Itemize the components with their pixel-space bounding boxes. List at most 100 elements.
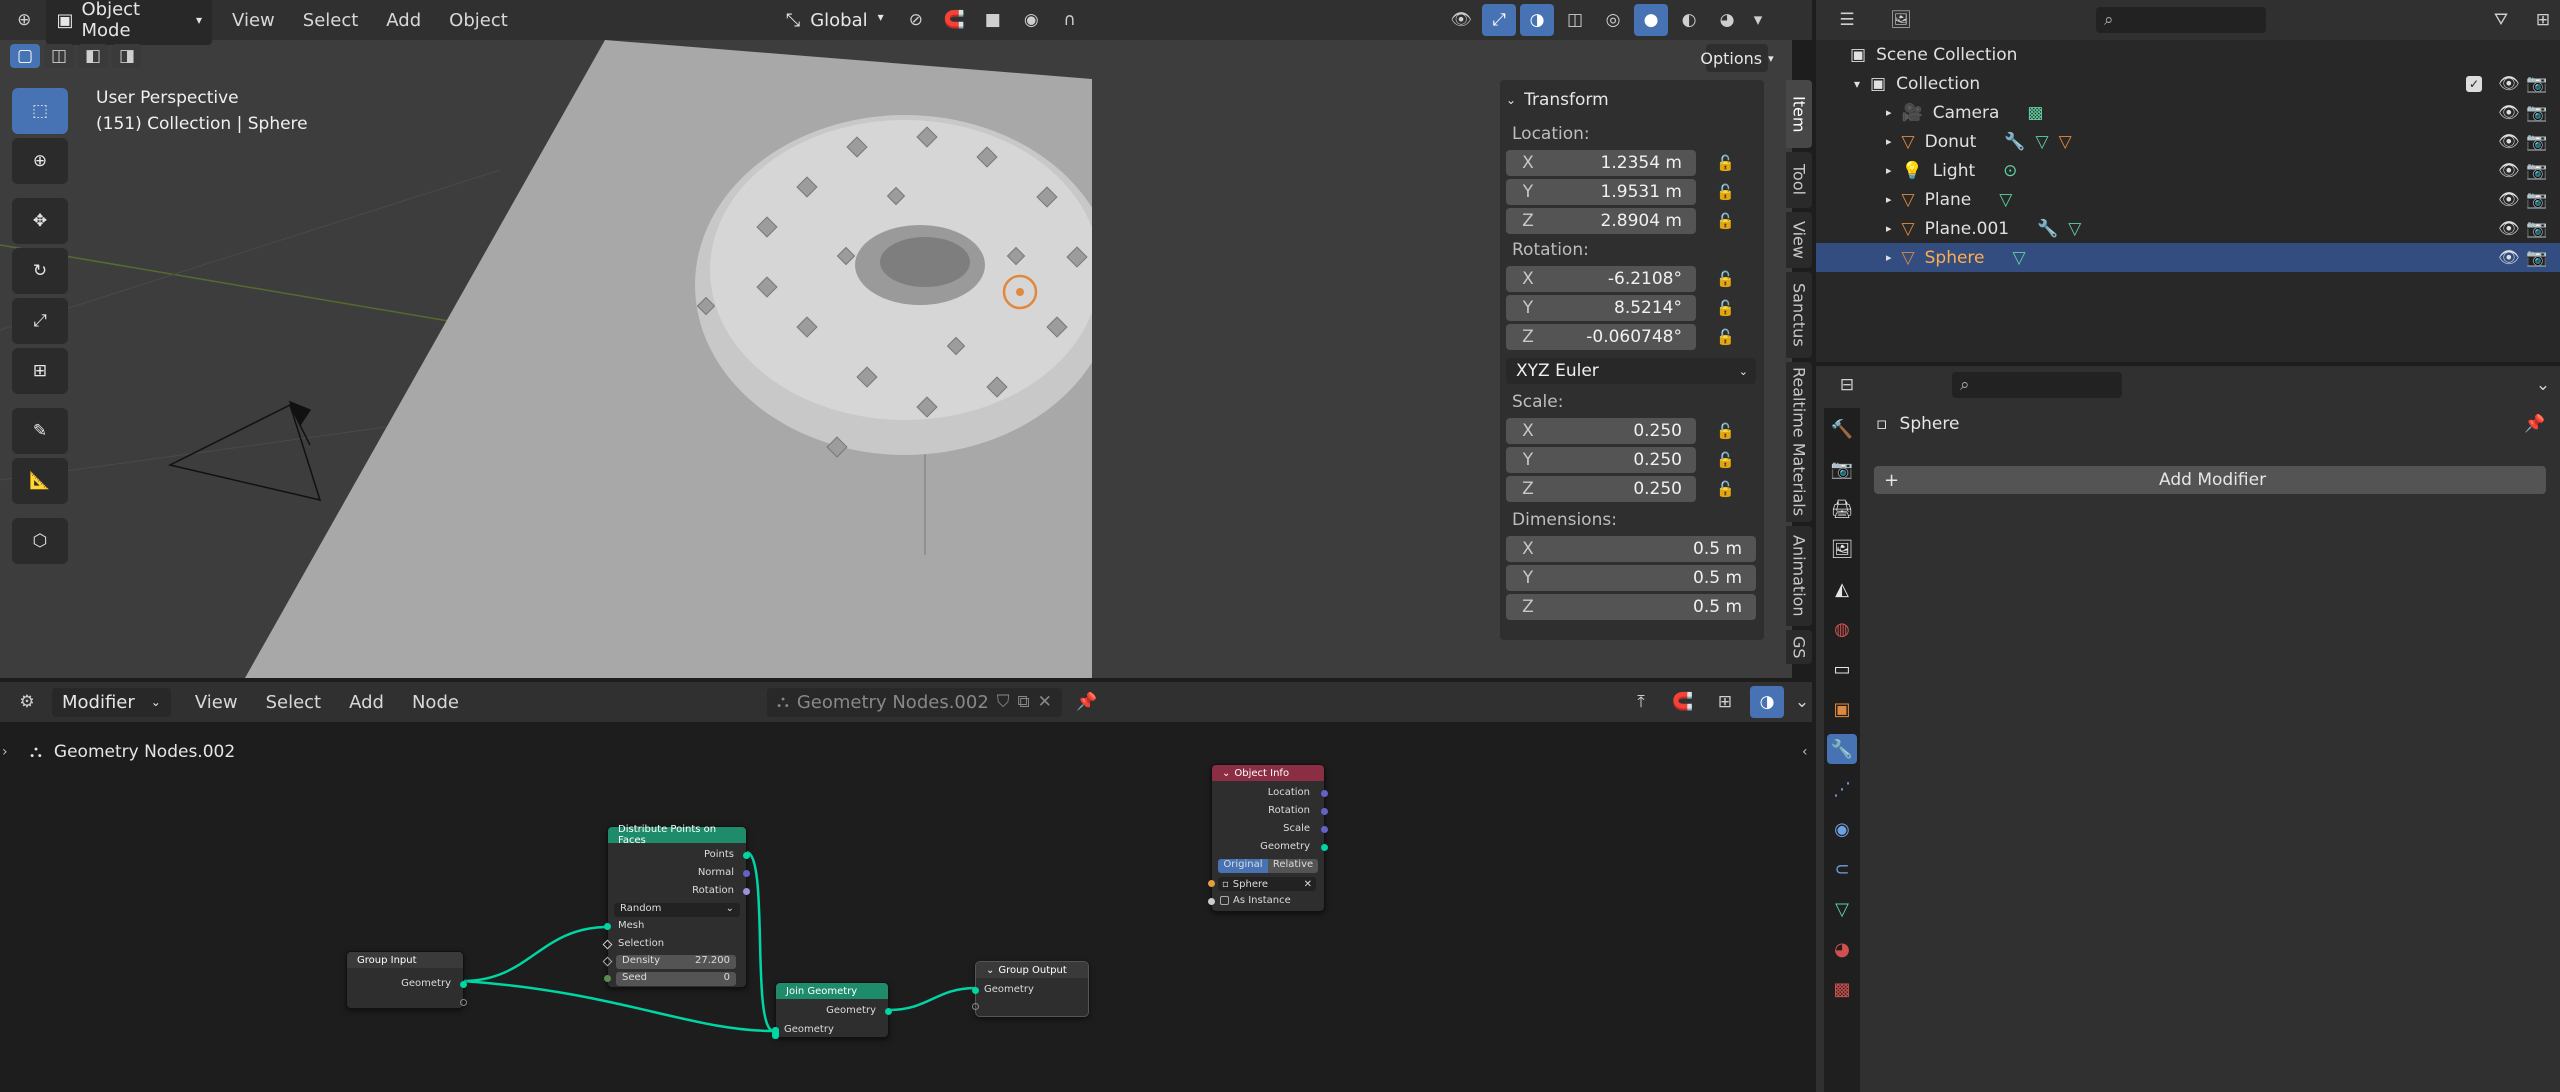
visibility-icon[interactable]: 👁 xyxy=(2498,132,2520,152)
editor-type-icon[interactable]: ⊕ xyxy=(8,4,40,36)
options-button[interactable]: Options ▾ xyxy=(1700,44,1774,72)
mesh-socket[interactable] xyxy=(604,923,611,930)
outliner-item-plane-001[interactable]: ▸ ▽ Plane.001 🔧 ▽ 👁 📷 xyxy=(1816,214,2560,243)
properties-type-icon[interactable]: ⊟ xyxy=(1830,369,1864,401)
render-icon[interactable]: 📷 xyxy=(2526,190,2547,210)
as-instance-checkbox[interactable]: As Instance xyxy=(1220,895,1291,906)
collection-row[interactable]: ▾ ▣ Collection ✓ 👁 📷 xyxy=(1816,69,2560,98)
material-shading-icon[interactable]: ◐ xyxy=(1672,4,1706,36)
outliner-item-plane[interactable]: ▸ ▽ Plane ▽ 👁 📷 xyxy=(1816,185,2560,214)
render-properties-icon[interactable]: 📷 xyxy=(1827,454,1857,484)
object-field[interactable]: ▫ Sphere ✕ xyxy=(1218,877,1316,891)
seed-field[interactable]: Seed 0 xyxy=(616,972,736,986)
cursor-icon[interactable]: ⊕ xyxy=(12,138,68,184)
lock-icon[interactable]: 🔓 xyxy=(1716,299,1736,317)
menu-select[interactable]: Select xyxy=(303,10,359,31)
measure-icon[interactable]: 📐 xyxy=(12,458,68,504)
tab-item[interactable]: Item xyxy=(1786,80,1812,148)
outliner-item-camera[interactable]: ▸ 🎥 Camera ▩ 👁 📷 xyxy=(1816,98,2560,127)
proportional-edit-icon[interactable]: ◉ xyxy=(1015,4,1047,36)
shading-options-icon[interactable]: ▾ xyxy=(1748,4,1768,36)
rotation-y-field[interactable]: Y 8.5214° xyxy=(1506,295,1696,321)
outliner-item-sphere[interactable]: ▸ ▽ Sphere ▽ 👁 📷 xyxy=(1816,243,2560,272)
node-distribute-points[interactable]: Distribute Points on Faces Points Normal… xyxy=(602,824,750,988)
node-object-info[interactable]: ⌄ Object Info Location Rotation Scale Geo… xyxy=(1208,764,1328,912)
density-field[interactable]: Density 27.200 xyxy=(616,955,736,969)
tab-realtime-materials[interactable]: Realtime Materials xyxy=(1786,362,1812,522)
gizmo-toggle-icon[interactable]: ⤢ xyxy=(1482,4,1516,36)
orientation-dropdown[interactable]: ⤡ Global ▾ xyxy=(776,6,894,35)
object-properties-icon[interactable]: ▣ xyxy=(1827,694,1857,724)
outliner-search-input[interactable]: ⌕ xyxy=(2096,7,2266,33)
node-group-output[interactable]: ⌄ Group Output Geometry xyxy=(972,961,1089,1017)
rotation-socket[interactable] xyxy=(1321,808,1328,815)
tool-properties-icon[interactable]: 🔨 xyxy=(1827,414,1857,444)
select-subtract-icon[interactable]: ◧ xyxy=(78,44,108,68)
rotation-socket[interactable] xyxy=(743,888,750,895)
rotate-icon[interactable]: ↻ xyxy=(12,248,68,294)
texture-properties-icon[interactable]: ▩ xyxy=(1827,974,1857,1004)
view-layer-icon[interactable]: 🖼 xyxy=(1827,534,1857,564)
location-y-field[interactable]: Y 1.9531 m xyxy=(1506,179,1696,205)
tab-view[interactable]: View xyxy=(1786,212,1812,268)
physics-icon[interactable]: ◉ xyxy=(1827,814,1857,844)
tab-tool[interactable]: Tool xyxy=(1786,152,1812,208)
properties-search-input[interactable]: ⌕ xyxy=(1952,372,2122,398)
lock-icon[interactable]: 🔓 xyxy=(1716,270,1736,288)
solid-shading-icon[interactable]: ● xyxy=(1634,4,1668,36)
world-properties-icon[interactable]: ◍ xyxy=(1827,614,1857,644)
lock-icon[interactable]: 🔓 xyxy=(1716,422,1736,440)
visibility-icon[interactable]: 👁 xyxy=(2498,74,2520,94)
empty-socket[interactable] xyxy=(460,999,467,1006)
normal-socket[interactable] xyxy=(743,870,750,877)
filter-icon[interactable]: ⛛ xyxy=(2484,4,2518,36)
modifier-properties-icon[interactable]: 🔧 xyxy=(1827,734,1857,764)
select-intersect-icon[interactable]: ◨ xyxy=(112,44,142,68)
select-extend-icon[interactable]: ◫ xyxy=(44,44,74,68)
particles-icon[interactable]: ⋰ xyxy=(1827,774,1857,804)
transform-icon[interactable]: ⊞ xyxy=(12,348,68,394)
outliner-type-icon[interactable]: ☰ xyxy=(1830,4,1864,36)
render-icon[interactable]: 📷 xyxy=(2526,74,2547,94)
tab-animation[interactable]: Animation xyxy=(1786,526,1812,626)
falloff-icon[interactable]: ∩ xyxy=(1054,4,1086,36)
snap-target-icon[interactable]: ■ xyxy=(977,4,1009,36)
select-new-icon[interactable]: ▢ xyxy=(10,44,40,68)
rendered-shading-icon[interactable]: ◕ xyxy=(1710,4,1744,36)
chevron-down-icon[interactable]: ▾ xyxy=(1854,77,1860,91)
pivot-icon[interactable]: ⊘ xyxy=(900,4,932,36)
mesh-data-icon[interactable]: ▽ xyxy=(1827,894,1857,924)
dimension-z-field[interactable]: Z 0.5 m xyxy=(1506,594,1756,620)
geometry-socket[interactable] xyxy=(972,987,979,994)
visibility-icon[interactable]: 👁 xyxy=(2498,248,2520,268)
render-icon[interactable]: 📷 xyxy=(2526,132,2547,152)
expand-icon[interactable]: ▸ xyxy=(1886,193,1892,206)
rotation-mode-dropdown[interactable]: XYZ Euler ⌄ xyxy=(1506,358,1756,384)
output-properties-icon[interactable]: 🖨 xyxy=(1827,494,1857,524)
visibility-icon[interactable]: 👁 xyxy=(2498,190,2520,210)
geometry-socket[interactable] xyxy=(1321,844,1328,851)
visibility-icon[interactable]: 👁 xyxy=(2498,103,2520,123)
method-dropdown[interactable]: Random ⌄ xyxy=(614,903,740,917)
lock-icon[interactable]: 🔓 xyxy=(1716,154,1736,172)
dimension-x-field[interactable]: X 0.5 m xyxy=(1506,536,1756,562)
relative-button[interactable]: Relative xyxy=(1268,859,1318,873)
as-instance-socket[interactable] xyxy=(1208,898,1215,905)
visibility-icon[interactable]: 👁 xyxy=(2498,161,2520,181)
mode-dropdown[interactable]: ▣ Object Mode ▾ xyxy=(46,0,213,45)
properties-options-icon[interactable]: ⌄ xyxy=(2526,369,2560,401)
expand-icon[interactable]: ▸ xyxy=(1886,106,1892,119)
lock-icon[interactable]: 🔓 xyxy=(1716,183,1736,201)
visibility-icon[interactable]: 👁 xyxy=(2498,219,2520,239)
overlay-toggle-icon[interactable]: ◑ xyxy=(1520,4,1554,36)
viewport-3d[interactable]: ⊕ ▣ Object Mode ▾ View Select Add Object… xyxy=(0,0,1092,678)
location-x-field[interactable]: X 1.2354 m xyxy=(1506,150,1696,176)
dimension-y-field[interactable]: Y 0.5 m xyxy=(1506,565,1756,591)
scale-socket[interactable] xyxy=(1321,826,1328,833)
render-icon[interactable]: 📷 xyxy=(2526,103,2547,123)
outliner-item-light[interactable]: ▸ 💡 Light ⊙ 👁 📷 xyxy=(1816,156,2560,185)
tab-sanctus[interactable]: Sanctus xyxy=(1786,272,1812,358)
snap-icon[interactable]: 🧲 xyxy=(938,4,970,36)
geometry-input-socket[interactable] xyxy=(772,1027,779,1039)
node-join-geometry[interactable]: Join Geometry Geometry Geometry xyxy=(772,982,892,1039)
